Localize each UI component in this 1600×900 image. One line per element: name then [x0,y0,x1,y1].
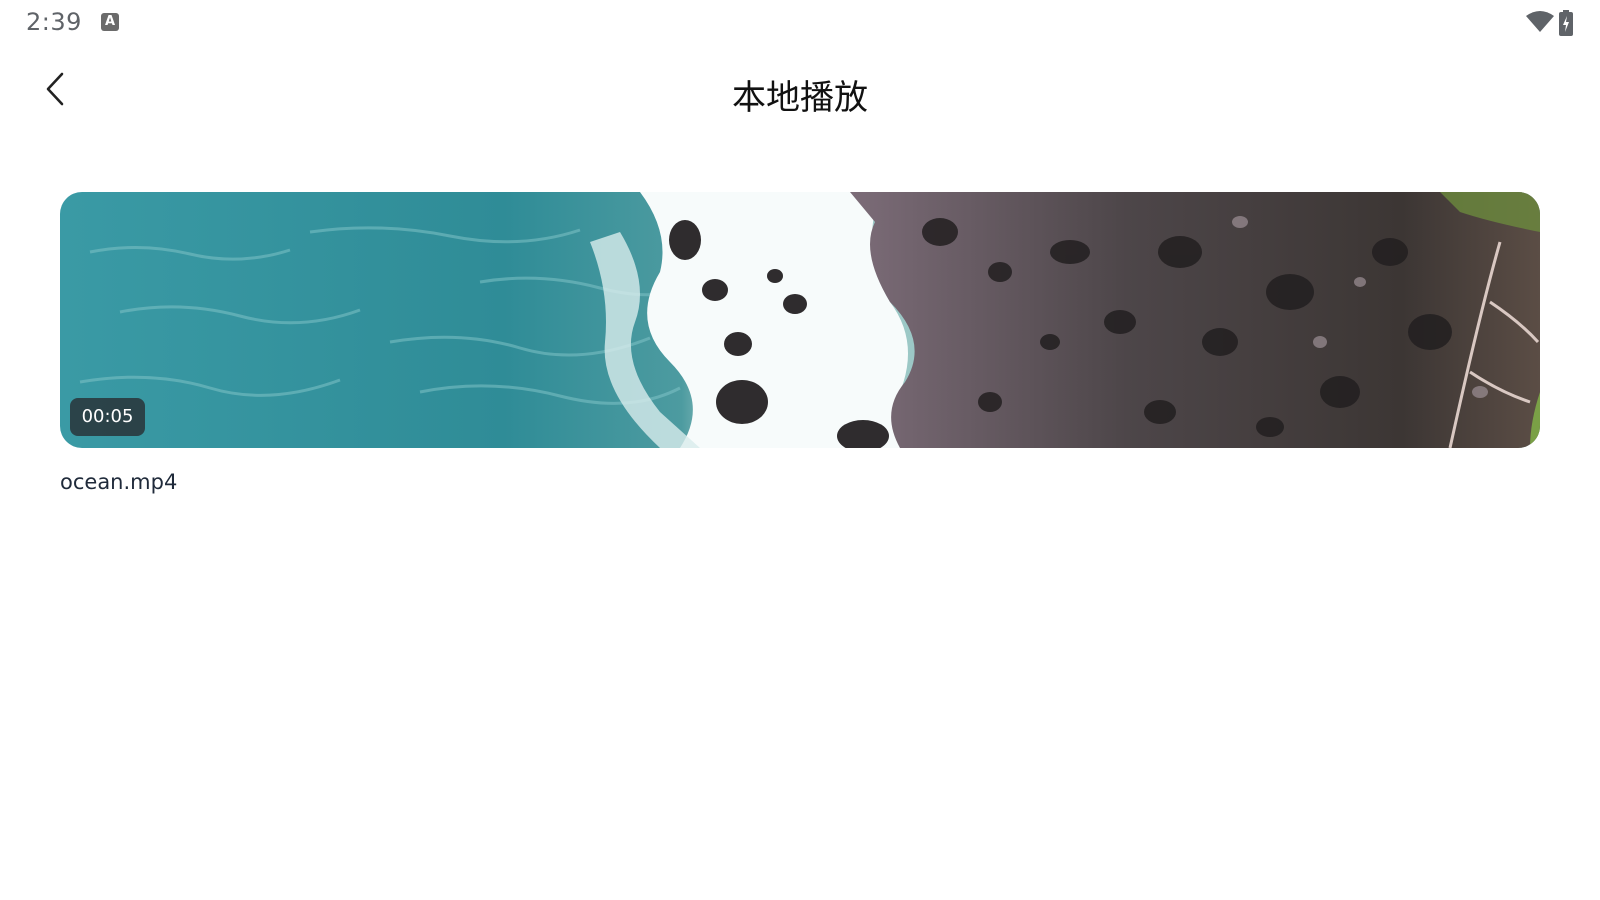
battery-charging-icon [1559,10,1573,40]
video-thumbnail [60,192,1540,448]
app-bar: 本地播放 [0,44,1600,144]
status-bar: 2:39 A [0,0,1600,44]
wifi-icon [1525,10,1555,38]
page-title: 本地播放 [732,78,868,118]
duration-badge: 00:05 [70,398,145,436]
video-card[interactable]: 00:05 [60,192,1540,448]
video-file-name[interactable]: ocean.mp4 [60,470,177,494]
a-icon: A [101,13,119,31]
status-time: 2:39 [26,8,82,36]
